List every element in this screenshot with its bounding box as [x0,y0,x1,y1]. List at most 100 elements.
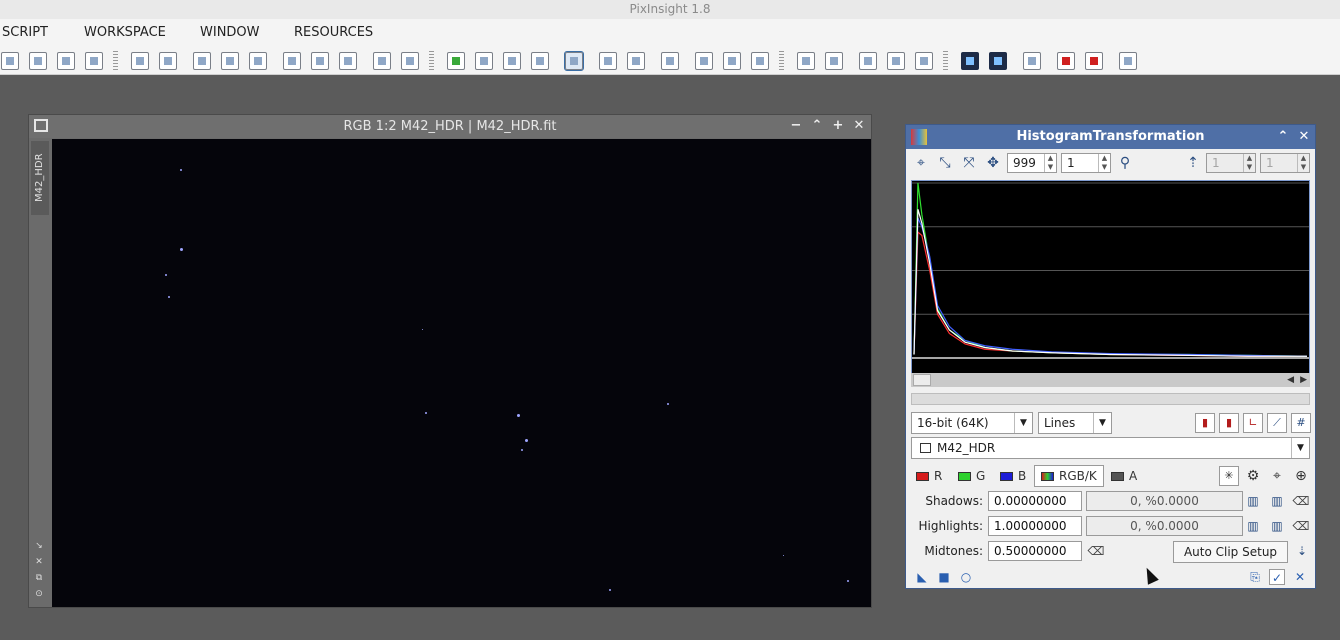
zoom-fit-icon[interactable]: ⤡ [936,154,954,172]
target-view-select[interactable]: M42_HDR ▼ [911,437,1310,459]
window-icon[interactable] [339,52,357,70]
graph-style-select[interactable]: Lines ▼ [1038,412,1112,434]
shrink-icon[interactable] [401,52,419,70]
link-icon[interactable]: ✕ [34,557,44,567]
histogram-scrollbar[interactable]: ◀ ▶ [911,373,1310,387]
chevron-down-icon[interactable]: ▼ [1291,438,1309,458]
midtones-input[interactable]: 0.50000000 [988,541,1082,561]
target-icon[interactable]: ⊕ [1292,467,1310,485]
spin-arrows-icon[interactable]: ▲ ▼ [1044,154,1056,172]
histogram-transformation-panel[interactable]: HistogramTransformation ⌃ ✕ ⌖ ⤡ ⤧ ✥ 999 ▲… [905,124,1316,589]
channel-a[interactable]: A [1111,465,1137,487]
show-transfer-icon[interactable]: ⟋ [1267,413,1287,433]
copy-icon[interactable]: ⧉ [34,573,44,583]
horizontal-zoom-spinbox[interactable]: 999 ▲ ▼ [1007,153,1057,173]
doc-a-icon[interactable] [859,52,877,70]
vertical-zoom-spinbox[interactable]: 1 ▲ ▼ [1061,153,1111,173]
doc-b-icon[interactable] [887,52,905,70]
panel-close-icon[interactable] [825,52,843,70]
zoom-fit-icon[interactable] [193,52,211,70]
close-b-icon[interactable] [1085,52,1103,70]
view-tab-m42-hdr[interactable]: M42_HDR [31,141,49,215]
close-button[interactable]: ✕ [850,117,868,135]
menu-script[interactable]: SCRIPT [2,19,48,47]
menu-resources[interactable]: RESOURCES [294,19,373,47]
auto-shadows-all-icon[interactable]: ▥ [1267,491,1287,511]
target-icon[interactable]: ⊙ [34,589,44,599]
duplicate-icon[interactable] [57,52,75,70]
zoom-out-icon[interactable] [159,52,177,70]
preview-icon[interactable] [564,51,584,71]
starburst-icon[interactable]: ✳ [1219,466,1239,486]
image-window-title-bar[interactable]: RGB 1:2 M42_HDR | M42_HDR.fit − ⌃ + ✕ [29,115,871,138]
reset-highlights-icon[interactable]: ⌫ [1291,516,1311,536]
plugin-icon[interactable] [1119,52,1137,70]
up-arrow-icon[interactable]: ⇡ [1184,154,1202,172]
show-clipped-icon[interactable]: ▮ [1219,413,1239,433]
channel-rgbk[interactable]: RGB/K [1034,465,1104,487]
close-all-icon[interactable] [1057,52,1075,70]
panel-icon[interactable] [797,52,815,70]
grid-icon[interactable]: # [1291,413,1311,433]
zoom-in-icon[interactable] [131,52,149,70]
window-icon[interactable] [34,119,48,132]
image-window[interactable]: RGB 1:2 M42_HDR | M42_HDR.fit − ⌃ + ✕ M4… [28,114,872,608]
resolution-select[interactable]: 16-bit (64K) ▼ [911,412,1033,434]
apply-global-icon[interactable]: ■ [936,569,952,585]
histogram-plot[interactable] [911,180,1310,375]
upload-icon[interactable] [627,52,645,70]
scroll-left-icon[interactable]: ◀ [1287,373,1294,387]
edit-process-icon[interactable] [475,52,493,70]
maximize-button[interactable]: + [829,117,847,135]
auto-highlights-icon[interactable]: ▥ [1243,516,1263,536]
magnifier-icon[interactable]: ⚲ [1116,154,1134,172]
real-time-preview-icon[interactable]: ○ [958,569,974,585]
minimize-button[interactable]: − [787,117,805,135]
highlights-input[interactable]: 1.00000000 [988,516,1082,536]
gear-c-icon[interactable] [751,52,769,70]
auto-clip-setup-button[interactable]: Auto Clip Setup [1173,541,1288,563]
doc-c-icon[interactable] [915,52,933,70]
reset-midtones-icon[interactable]: ⌫ [1086,541,1106,561]
channel-b[interactable]: B [1000,465,1026,487]
new-process-icon[interactable] [447,52,465,70]
zoom-2-1-icon[interactable] [249,52,267,70]
spin-arrows-icon[interactable]: ▲ ▼ [1098,154,1110,172]
chevron-down-icon[interactable]: ▼ [1014,413,1032,433]
screen-24-icon[interactable] [989,52,1007,70]
reset-shadows-icon[interactable]: ⌫ [1291,491,1311,511]
channel-g[interactable]: G [958,465,985,487]
browse-doc-icon[interactable]: ⎘ [1247,569,1263,585]
expand-icon[interactable]: ↘ [34,541,44,551]
process-a-icon[interactable] [503,52,521,70]
menu-window[interactable]: WINDOW [200,19,260,47]
move-icon[interactable] [1,52,19,70]
image-canvas[interactable] [52,139,871,607]
new-window-icon[interactable] [29,52,47,70]
gear-icon[interactable] [695,52,713,70]
swap-icon[interactable] [1023,52,1041,70]
chevron-down-icon[interactable]: ▼ [1093,413,1111,433]
pan-icon[interactable]: ✥ [984,154,1002,172]
scroll-right-icon[interactable]: ▶ [1300,373,1307,387]
reset-icon[interactable]: ✕ [1292,569,1308,585]
panel-title-bar[interactable]: HistogramTransformation ⌃ ✕ [906,125,1315,149]
process-b-icon[interactable] [531,52,549,70]
close-button[interactable]: ✕ [1295,128,1313,146]
undo-icon[interactable] [661,52,679,70]
gear-icon[interactable]: ⚙ [1244,467,1262,485]
crosshair-icon[interactable]: ⌖ [912,154,930,172]
full-screen-icon[interactable] [373,52,391,70]
menu-workspace[interactable]: WORKSPACE [84,19,166,47]
auto-highlights-all-icon[interactable]: ▥ [1267,516,1287,536]
zoom-1-1-icon[interactable] [221,52,239,70]
shade-button[interactable]: ⌃ [808,117,826,135]
zoom-reset-icon[interactable]: ⤧ [960,154,978,172]
auto-shadows-icon[interactable]: ▥ [1243,491,1263,511]
fit-selection-icon[interactable] [311,52,329,70]
expand-down-icon[interactable]: ⇣ [1292,541,1312,561]
pointer-icon[interactable] [85,52,103,70]
screen-icon[interactable] [961,52,979,70]
channel-r[interactable]: R [916,465,942,487]
download-icon[interactable] [599,52,617,70]
